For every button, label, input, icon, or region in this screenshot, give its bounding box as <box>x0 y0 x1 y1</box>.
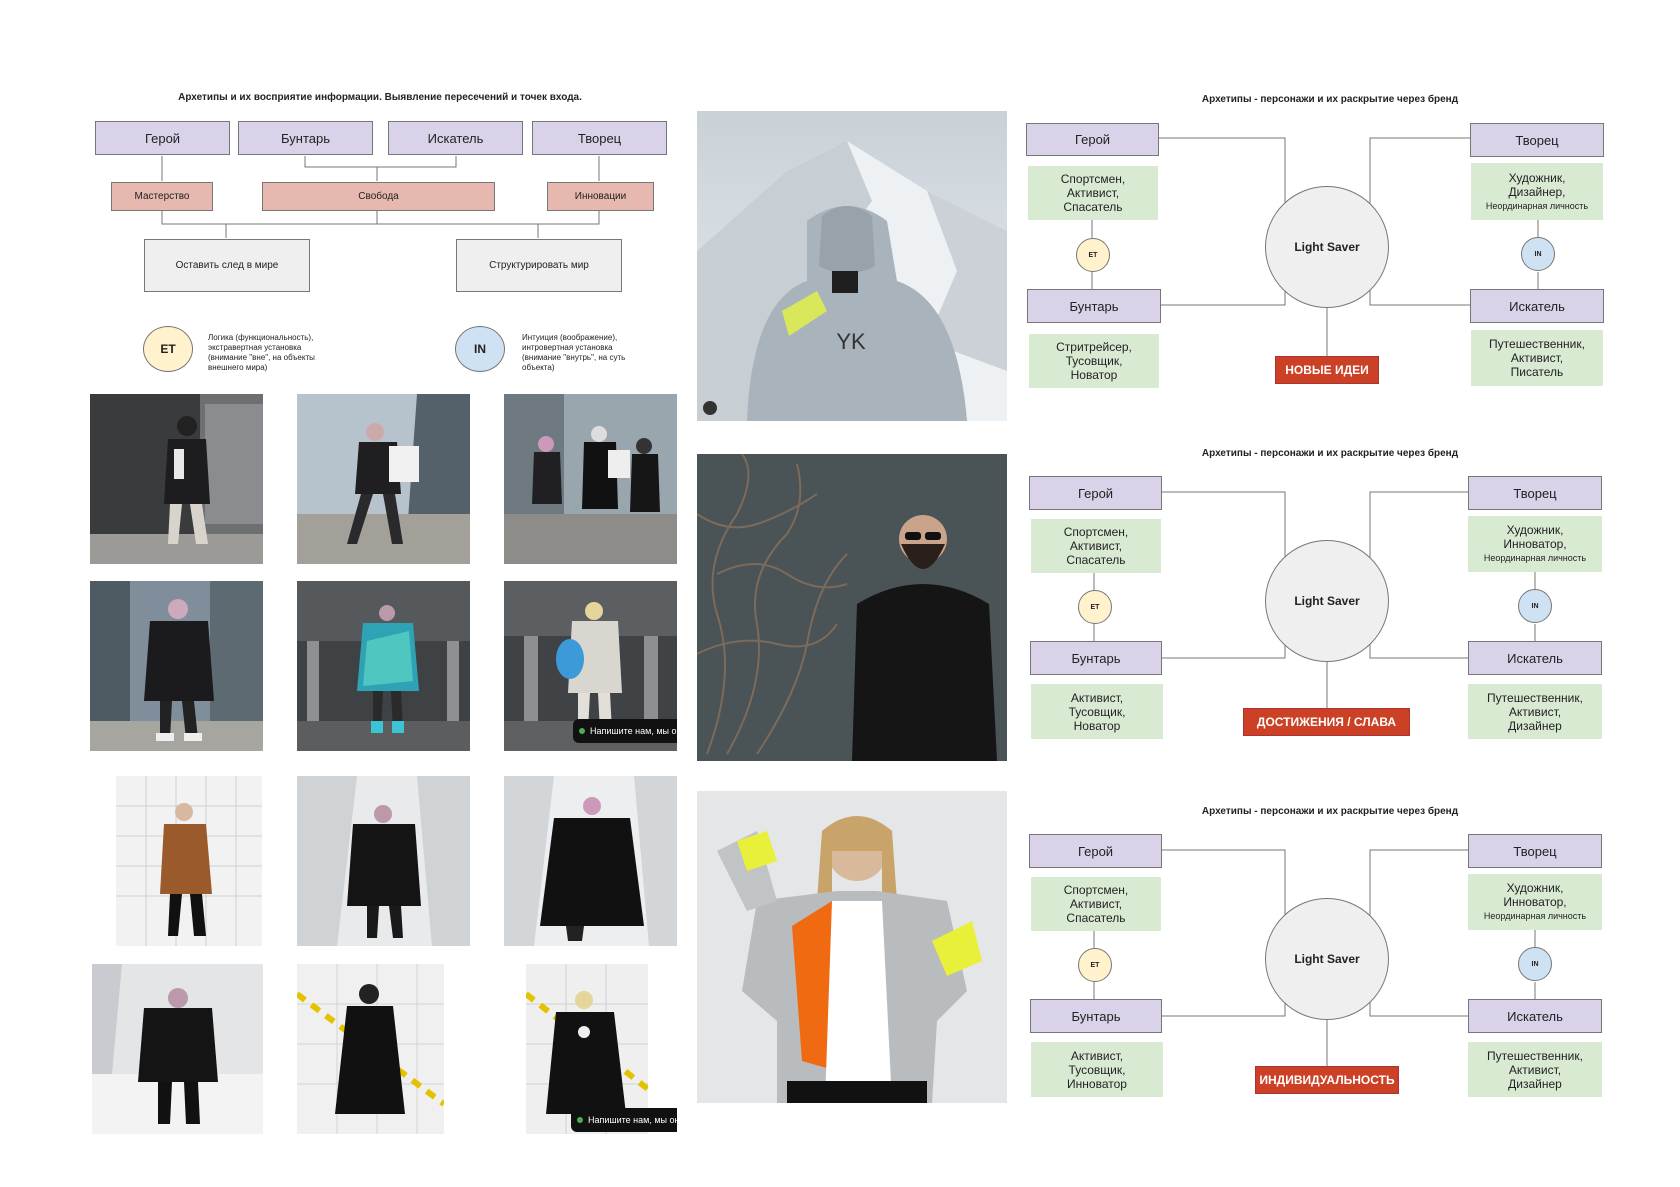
diagram-1-creator-roles-text: Художник, Дизайнер, <box>1508 170 1566 199</box>
diagram-2-creator-extra: Неординарная личность <box>1483 553 1587 563</box>
in-description: Интуиция (воображение), интровертная уст… <box>522 333 626 372</box>
photo-grid-7 <box>116 776 262 946</box>
diagram-3-hero-roles: Спортсмен, Активист, Спасатель <box>1031 877 1161 931</box>
goal-structure-world: Структурировать мир <box>456 239 622 292</box>
diagram-2-rebel: Бунтарь <box>1030 641 1162 675</box>
diagram-3-label: ИНДИВИДУАЛЬНОСТЬ <box>1255 1066 1399 1094</box>
et-description: Логика (функциональность), экстравертная… <box>208 333 315 372</box>
diagram-3-rebel: Бунтарь <box>1030 999 1162 1033</box>
value-mastery: Мастерство <box>111 182 213 211</box>
diagram-3-creator-roles: Художник, Инноватор, Неординарная личност… <box>1468 874 1602 930</box>
in-badge: IN <box>455 326 505 372</box>
photo-grid-10 <box>92 964 263 1134</box>
diagram-1-seeker: Искатель <box>1470 289 1604 323</box>
diagram-2-creator-roles: Художник, Инноватор, Неординарная личност… <box>1468 516 1602 572</box>
diagram-1-creator-roles: Художник, Дизайнер, Неординарная личность <box>1471 163 1603 220</box>
diagram-1-et-badge: ET <box>1076 238 1110 272</box>
et-badge: ET <box>143 326 193 372</box>
diagram-3-hero: Герой <box>1029 834 1162 868</box>
online-dot-icon <box>579 728 585 734</box>
diagram-3-seeker: Искатель <box>1468 999 1602 1033</box>
photo-grid-4 <box>90 581 263 751</box>
photo-grid-2 <box>297 394 470 564</box>
diagram-3-seeker-roles: Путешественник, Активист, Дизайнер <box>1468 1042 1602 1097</box>
diagram-1-hero: Герой <box>1026 123 1159 156</box>
photo-grid-8 <box>297 776 470 946</box>
diagram-2-creator: Творец <box>1468 476 1602 510</box>
diagram-1-rebel-roles: Стритрейсер, Тусовщик, Новатор <box>1029 334 1159 388</box>
diagram-2-title: Архетипы - персонажи и их раскрытие чере… <box>1201 448 1459 459</box>
chat-widget-label: Напишите нам, мы он <box>590 726 677 736</box>
diagram-3-title: Архетипы - персонажи и их раскрытие чере… <box>1201 806 1459 817</box>
diagram-1-label: НОВЫЕ ИДЕИ <box>1275 356 1379 384</box>
diagram-2-hero-roles: Спортсмен, Активист, Спасатель <box>1031 519 1161 573</box>
archetypes-title: Архетипы и их восприятие информации. Выя… <box>178 92 582 103</box>
diagram-2-creator-roles-text: Художник, Инноватор, <box>1503 523 1567 551</box>
archetype-seeker: Искатель <box>388 121 523 155</box>
diagram-1-title: Архетипы - персонажи и их раскрытие чере… <box>1201 94 1459 105</box>
photo-grid-3 <box>504 394 677 564</box>
diagram-2-label: ДОСТИЖЕНИЯ / СЛАВА <box>1243 708 1410 736</box>
diagram-2-rebel-roles: Активист, Тусовщик, Новатор <box>1031 684 1163 739</box>
chat-widget-2[interactable]: Напишите нам, мы он <box>571 1108 677 1132</box>
diagram-3-et-badge: ET <box>1078 948 1112 982</box>
value-freedom: Свобода <box>262 182 495 211</box>
archetype-rebel: Бунтарь <box>238 121 373 155</box>
diagram-1-seeker-roles: Путешественник, Активист, Писатель <box>1471 330 1603 386</box>
photo-man-branches <box>697 454 1007 761</box>
photo-man-reflective-jacket <box>697 791 1007 1103</box>
photo-grid-11 <box>297 964 444 1134</box>
goal-leave-mark: Оставить след в мире <box>144 239 310 292</box>
diagram-2-hero: Герой <box>1029 476 1162 510</box>
diagram-3-in-badge: IN <box>1518 947 1552 981</box>
diagram-3-creator-extra: Неординарная личность <box>1483 911 1587 921</box>
diagram-2-core: Light Saver <box>1265 540 1389 662</box>
jacket-logo: YK <box>836 329 866 354</box>
photo-grid-5 <box>297 581 470 751</box>
diagram-3-creator-roles-text: Художник, Инноватор, <box>1503 881 1567 909</box>
online-dot-icon <box>577 1117 583 1123</box>
photo-grid-1 <box>90 394 263 564</box>
photo-grid-9 <box>504 776 677 946</box>
diagram-3-core: Light Saver <box>1265 898 1389 1020</box>
diagram-2-seeker-roles: Путешественник, Активист, Дизайнер <box>1468 684 1602 739</box>
diagram-3-rebel-roles: Активист, Тусовщик, Инноватор <box>1031 1042 1163 1097</box>
diagram-1-core: Light Saver <box>1265 186 1389 308</box>
archetype-creator: Творец <box>532 121 667 155</box>
diagram-1-rebel: Бунтарь <box>1027 289 1161 323</box>
diagram-1-hero-roles: Спортсмен, Активист, Спасатель <box>1028 166 1158 220</box>
photo-mountain-jacket: YK <box>697 111 1007 421</box>
diagram-2-in-badge: IN <box>1518 589 1552 623</box>
diagram-2-et-badge: ET <box>1078 590 1112 624</box>
diagram-1-in-badge: IN <box>1521 237 1555 271</box>
diagram-1-creator: Творец <box>1470 123 1604 157</box>
diagram-1-creator-extra: Неординарная личность <box>1485 200 1589 211</box>
diagram-2-seeker: Искатель <box>1468 641 1602 675</box>
chat-widget-label: Напишите нам, мы он <box>588 1115 677 1125</box>
chat-widget-1[interactable]: Напишите нам, мы он <box>573 719 677 743</box>
archetype-hero: Герой <box>95 121 230 155</box>
diagram-3-creator: Творец <box>1468 834 1602 868</box>
value-innovation: Инновации <box>547 182 654 211</box>
